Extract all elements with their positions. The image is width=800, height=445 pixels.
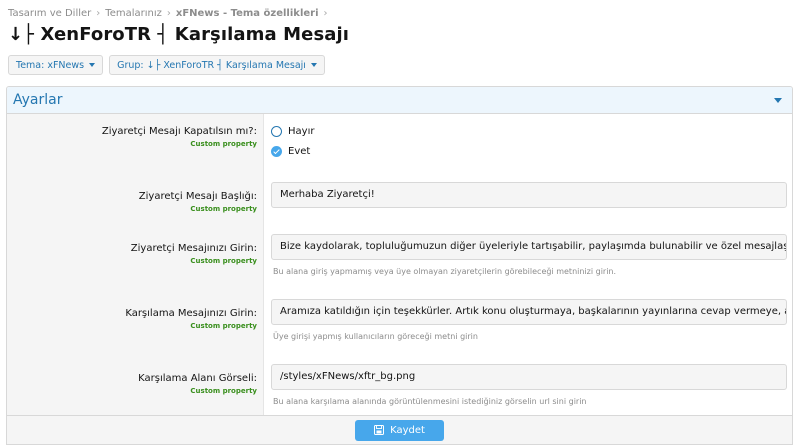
group-filter-label: Grup: ↓├ XenForoTR ┤ Karşılama Mesajı: [117, 59, 306, 71]
chevron-down-icon: [89, 63, 96, 67]
welcome-message-hint: Üye girişi yapmış kullanıcıların göreceğ…: [273, 332, 478, 341]
custom-property-tag: Custom property: [190, 322, 257, 330]
breadcrumb-separator: ›: [96, 8, 101, 19]
breadcrumb: Tasarım ve Diller › Temalarınız › xFNews…: [8, 8, 333, 19]
welcome-image-hint: Bu alana karşılama alanında görüntülenme…: [273, 397, 587, 406]
save-bar: Kaydet: [7, 415, 792, 444]
custom-property-tag: Custom property: [190, 257, 257, 265]
radio-unchecked-icon[interactable]: [271, 126, 282, 137]
save-button-label: Kaydet: [390, 424, 425, 436]
visitor-message-label: Ziyaretçi Mesajınızı Girin:: [130, 243, 257, 254]
filter-bar: Tema: xFNews Grup: ↓├ XenForoTR ┤ Karşıl…: [8, 55, 325, 75]
radio-option-label: Hayır: [288, 126, 315, 137]
custom-property-tag: Custom property: [190, 205, 257, 213]
group-filter-button[interactable]: Grup: ↓├ XenForoTR ┤ Karşılama Mesajı: [109, 55, 325, 75]
check-circle-icon[interactable]: [271, 146, 282, 157]
close-message-label: Ziyaretçi Mesajı Kapatılsın mı?:: [101, 126, 257, 137]
visitor-title-input[interactable]: Merhaba Ziyaretçi!: [271, 182, 787, 208]
radio-option-hayir[interactable]: Hayır: [271, 126, 314, 137]
welcome-message-input[interactable]: Aramıza katıldığın için teşekkürler. Art…: [271, 299, 787, 325]
theme-filter-button[interactable]: Tema: xFNews: [8, 55, 104, 75]
breadcrumb-item-appearance[interactable]: Tasarım ve Diller: [8, 8, 91, 19]
visitor-message-hint: Bu alana giriş yapmamış veya üye olmayan…: [273, 267, 617, 276]
visitor-message-input[interactable]: Bize kaydolarak, topluluğumuzun diğer üy…: [271, 234, 787, 260]
welcome-image-input[interactable]: /styles/xFNews/xftr_bg.png: [271, 364, 787, 390]
panel-body: Ziyaretçi Mesajı Kapatılsın mı?: Custom …: [7, 114, 792, 444]
settings-panel: Ayarlar Ziyaretçi Mesajı Kapatılsın mı?:…: [6, 86, 793, 445]
custom-property-tag: Custom property: [190, 140, 257, 148]
breadcrumb-item-theme-properties[interactable]: xFNews - Tema özellikleri: [176, 8, 319, 19]
welcome-image-label: Karşılama Alanı Görseli:: [138, 373, 257, 384]
floppy-disk-icon: [374, 425, 385, 435]
visitor-title-label: Ziyaretçi Mesajı Başlığı:: [138, 191, 257, 202]
panel-header[interactable]: Ayarlar: [7, 87, 792, 114]
theme-filter-label: Tema: xFNews: [16, 59, 85, 71]
save-button[interactable]: Kaydet: [355, 419, 444, 441]
breadcrumb-separator: ›: [323, 8, 328, 19]
breadcrumb-item-themes[interactable]: Temalarınız: [105, 8, 162, 19]
page-title: ↓├ XenForoTR ┤ Karşılama Mesajı: [8, 24, 350, 45]
panel-title: Ayarlar: [13, 92, 63, 108]
radio-option-label: Evet: [288, 146, 311, 157]
welcome-message-label: Karşılama Mesajınızı Girin:: [125, 308, 257, 319]
chevron-down-icon: [310, 63, 317, 67]
breadcrumb-separator: ›: [166, 8, 171, 19]
custom-property-tag: Custom property: [190, 387, 257, 395]
collapse-caret-icon[interactable]: [774, 97, 782, 103]
radio-option-evet[interactable]: Evet: [271, 146, 310, 157]
